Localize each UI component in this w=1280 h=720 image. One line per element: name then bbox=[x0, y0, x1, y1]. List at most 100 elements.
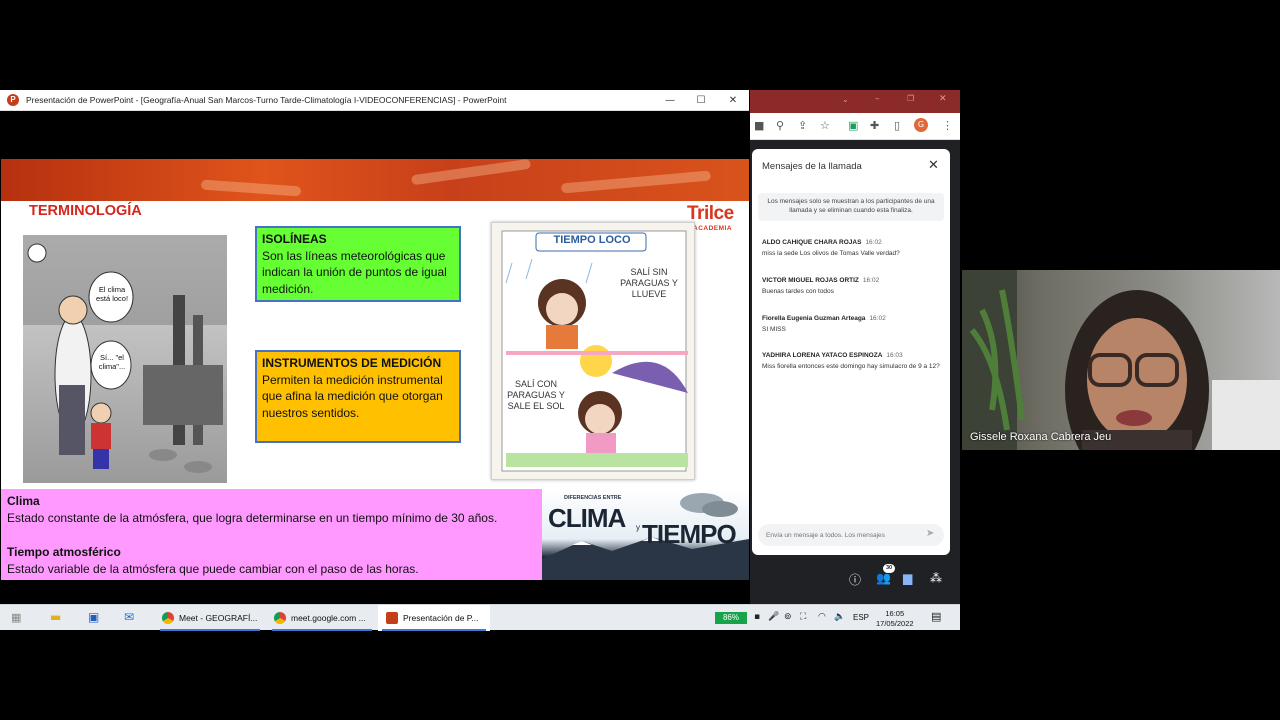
powerpoint-window: P Presentación de PowerPoint - [Geografí… bbox=[0, 90, 749, 604]
clima-img-clima: CLIMA bbox=[548, 503, 626, 533]
store-icon[interactable]: ▣ bbox=[88, 610, 99, 624]
app-tray-icon[interactable]: ▪ bbox=[754, 612, 760, 622]
comic-text-1: SALÍ SIN PARAGUAS Y LLUEVE bbox=[620, 267, 678, 299]
message-time: 16:02 bbox=[865, 239, 882, 246]
participant-video bbox=[962, 270, 1280, 450]
extensions-puzzle-icon[interactable]: ✚ bbox=[870, 119, 879, 132]
chat-message: ALDO CAHIQUE CHARA ROJAS 16:02 miss la se… bbox=[762, 239, 942, 258]
isolineas-title: ISOLÍNEAS bbox=[262, 232, 327, 246]
tray-app-icon[interactable]: ⊚ bbox=[784, 612, 792, 622]
chrome-toolbar: ■ ⚲ ⇪ ☆ ▣ ✚ ▯ G ⋮ bbox=[750, 113, 960, 140]
message-sender: ALDO CAHIQUE CHARA ROJAS bbox=[762, 239, 862, 246]
message-sender: Fiorella Eugenia Guzman Arteaga bbox=[762, 315, 866, 322]
active-underline bbox=[382, 629, 486, 631]
chat-input-container: ➤ bbox=[758, 524, 944, 546]
extension-green-icon[interactable]: ▣ bbox=[848, 119, 858, 132]
window-title: Presentación de PowerPoint - [Geografía-… bbox=[26, 95, 507, 105]
instrumentos-body: Permiten la medición instrumental que af… bbox=[262, 372, 443, 420]
battery-indicator[interactable]: 86% bbox=[715, 612, 747, 624]
isolineas-body: Son las líneas meteorológicas que indica… bbox=[262, 248, 447, 296]
chrome-icon bbox=[274, 612, 286, 624]
comic-title: TIEMPO LOCO bbox=[553, 234, 631, 246]
taskbar-app-label: Meet - GEOGRAFÍ... bbox=[179, 613, 258, 623]
message-time: 16:02 bbox=[862, 277, 880, 284]
powerpoint-app-icon: P bbox=[7, 94, 19, 106]
clima-def-body: Estado constante de la atmósfera, que lo… bbox=[7, 511, 498, 525]
chat-icon[interactable]: ▆ bbox=[903, 571, 912, 585]
tiempo-def-body: Estado variable de la atmósfera que pued… bbox=[7, 562, 419, 576]
clima-img-y: y bbox=[636, 523, 640, 532]
taskbar-app-meet-2[interactable]: meet.google.com ... bbox=[268, 605, 376, 631]
chrome-close-icon[interactable]: ✕ bbox=[939, 94, 947, 104]
notifications-icon[interactable]: ▤ bbox=[931, 610, 941, 623]
share-icon[interactable]: ⇪ bbox=[798, 119, 807, 132]
clima-tiempo-image: DIFERENCIAS ENTRE CLIMA y TIEMPO bbox=[542, 489, 749, 580]
chat-message-input[interactable] bbox=[766, 528, 906, 542]
network-icon[interactable]: ⛶ bbox=[800, 612, 806, 622]
people-icon[interactable]: 👥 bbox=[876, 571, 891, 585]
chrome-icon bbox=[162, 612, 174, 624]
zoom-icon[interactable]: ⚲ bbox=[776, 119, 784, 132]
task-view-icon[interactable]: ▦ bbox=[11, 611, 21, 624]
message-text: SI MISS bbox=[762, 326, 786, 333]
wifi-icon[interactable]: ◠ bbox=[818, 612, 826, 622]
clima-img-small: DIFERENCIAS ENTRE bbox=[564, 495, 622, 501]
chrome-titlebar[interactable]: ⌄ – ❐ ✕ bbox=[750, 90, 960, 113]
participant-name: Gissele Roxana Cabrera Jeu bbox=[970, 431, 1112, 443]
instrumentos-title: INSTRUMENTOS DE MEDICIÓN bbox=[262, 356, 442, 370]
close-icon[interactable]: ✕ bbox=[928, 158, 939, 173]
slide: TERMINOLOGÍA Trilce ACADEMIA El clima es… bbox=[1, 159, 749, 580]
mail-icon[interactable]: ✉ bbox=[124, 610, 134, 624]
tiempo-def-title: Tiempo atmosférico bbox=[7, 545, 121, 559]
message-text: miss la sede Los olivos de Tomas Valle v… bbox=[762, 250, 900, 257]
isolineas-box: ISOLÍNEAS Son las líneas meteorológicas … bbox=[255, 226, 461, 302]
slide-banner-image bbox=[1, 159, 749, 201]
bookmark-star-icon[interactable]: ☆ bbox=[820, 119, 830, 132]
chrome-expand-icon[interactable]: ⌄ bbox=[842, 95, 849, 104]
taskbar-app-label: meet.google.com ... bbox=[291, 613, 366, 623]
close-button[interactable]: ✕ bbox=[717, 90, 749, 111]
powerpoint-icon bbox=[386, 612, 398, 624]
definitions-box: Clima Estado constante de la atmósfera, … bbox=[1, 489, 542, 580]
taskbar-app-powerpoint[interactable]: Presentación de P... bbox=[378, 605, 490, 631]
sidepanel-icon[interactable]: ▯ bbox=[894, 119, 900, 132]
file-explorer-icon[interactable]: ▬ bbox=[50, 610, 61, 624]
volume-icon[interactable]: 🔈 bbox=[834, 612, 845, 622]
maximize-button[interactable]: ☐ bbox=[685, 90, 717, 111]
chat-title: Mensajes de la llamada bbox=[762, 161, 862, 172]
chat-message: VICTOR MIGUEL ROJAS ORTIZ 16:02 Buenas ta… bbox=[762, 277, 942, 296]
info-icon[interactable]: ⓘ bbox=[849, 571, 861, 588]
activities-icon[interactable]: ⁂ bbox=[930, 571, 942, 585]
clima-def-title: Clima bbox=[7, 494, 40, 508]
tiempo-loco-comic-image: TIEMPO LOCO SALÍ SIN PARAGUAS Y LLUEVE S… bbox=[491, 222, 695, 480]
chat-panel: Mensajes de la llamada ✕ Los mensajes so… bbox=[752, 149, 950, 555]
clima-img-tiempo: TIEMPO bbox=[642, 519, 737, 549]
message-time: 16:02 bbox=[869, 315, 886, 322]
send-icon[interactable]: ➤ bbox=[926, 528, 934, 539]
chat-notice: Los mensajes solo se muestran a los part… bbox=[758, 193, 944, 221]
menu-kebab-icon[interactable]: ⋮ bbox=[942, 119, 953, 132]
active-underline bbox=[272, 629, 372, 631]
chrome-restore-icon[interactable]: ❐ bbox=[907, 94, 914, 103]
message-text: Buenas tardes con todos bbox=[762, 288, 834, 295]
language-indicator[interactable]: ESP bbox=[853, 613, 869, 622]
message-sender: YADHIRA LORENA YATACO ESPINOZA bbox=[762, 352, 883, 359]
message-sender: VICTOR MIGUEL ROJAS ORTIZ bbox=[762, 277, 859, 284]
taskbar-app-meet[interactable]: Meet - GEOGRAFÍ... bbox=[156, 605, 264, 631]
clock[interactable]: 16:05 17/05/2022 bbox=[876, 609, 914, 629]
message-text: Miss fiorella entonces este domingo hay … bbox=[762, 363, 940, 370]
trilce-logo-subtitle: ACADEMIA bbox=[693, 225, 733, 232]
instrumentos-box: INSTRUMENTOS DE MEDICIÓN Permiten la med… bbox=[255, 350, 461, 443]
comic-text-2: SALÍ CON PARAGUAS Y SALE EL SOL bbox=[507, 379, 565, 411]
microphone-icon[interactable]: 🎤 bbox=[768, 612, 779, 622]
taskbar-app-label: Presentación de P... bbox=[403, 613, 479, 623]
active-underline bbox=[160, 629, 260, 631]
chrome-minimize-icon[interactable]: – bbox=[875, 94, 880, 104]
clock-time: 16:05 bbox=[885, 609, 905, 618]
chat-message: YADHIRA LORENA YATACO ESPINOZA 16:03 Miss… bbox=[762, 352, 942, 371]
powerpoint-titlebar[interactable]: P Presentación de PowerPoint - [Geografí… bbox=[0, 90, 749, 111]
camera-icon[interactable]: ■ bbox=[754, 119, 764, 132]
chat-message: Fiorella Eugenia Guzman Arteaga 16:02 SI … bbox=[762, 315, 942, 334]
minimize-button[interactable]: — bbox=[654, 90, 686, 111]
profile-avatar-icon[interactable]: G bbox=[914, 118, 928, 132]
